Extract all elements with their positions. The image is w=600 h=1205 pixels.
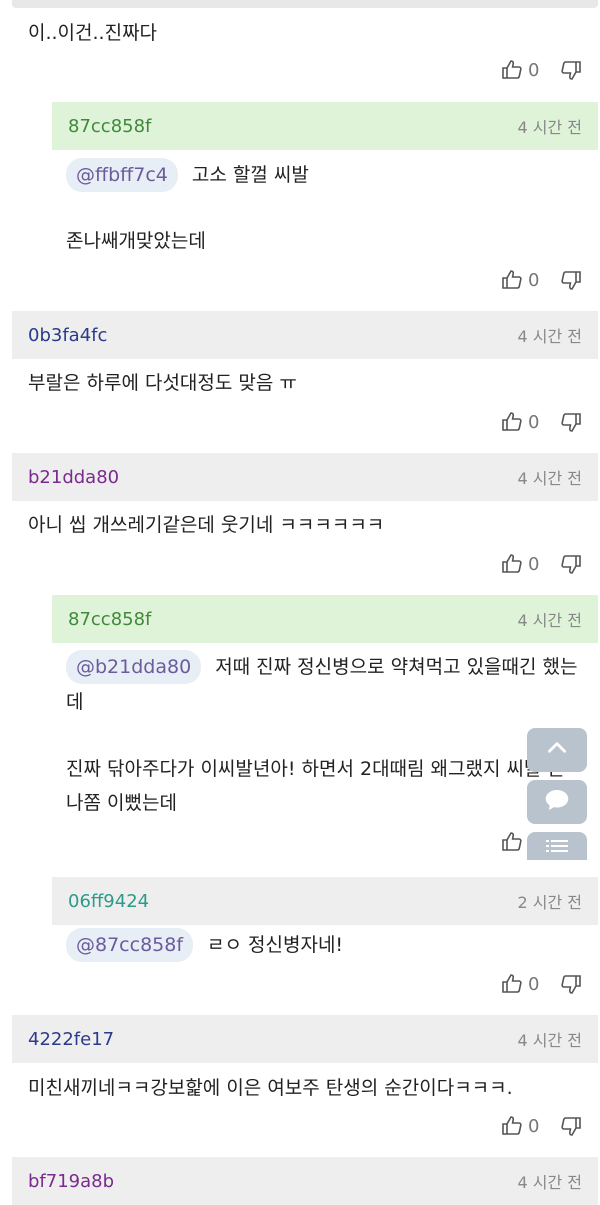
thumbs-down-icon[interactable] [559, 972, 583, 996]
thumbs-up-icon[interactable] [500, 58, 524, 82]
reply-text-line: @b21dda80 저때 진짜 정신병으로 약쳐먹고 있을때긴 했는 [66, 650, 578, 684]
thumbs-down-icon[interactable] [559, 58, 583, 82]
thumbs-up-icon[interactable] [500, 972, 524, 996]
reply-text-line: @ffbff7c4 고소 할껄 씨발 [66, 158, 309, 192]
thumbs-up-icon[interactable] [500, 830, 524, 854]
thumbs-up-icon[interactable] [500, 410, 524, 434]
timestamp: 4 시간 전 [517, 327, 582, 346]
username[interactable]: 0b3fa4fc [28, 325, 107, 346]
timestamp: 2 시간 전 [517, 893, 582, 912]
thumbs-down-icon[interactable] [559, 552, 583, 576]
reply-text-line: 진짜 닦아주다가 이씨발년아! 하면서 2대때림 왜그랬지 씨발 존 [66, 758, 565, 780]
thumbs-up-icon[interactable] [500, 268, 524, 292]
reply-text-line: @87cc858f ㄹㅇ 정신병자네! [66, 928, 343, 962]
thumbs-up-icon[interactable] [500, 1114, 524, 1138]
username[interactable]: 87cc858f [68, 116, 151, 137]
timestamp: 4 시간 전 [517, 1031, 582, 1050]
timestamp: 4 시간 전 [517, 118, 582, 137]
chat-bubble-icon [542, 785, 572, 819]
thumbs-up-icon[interactable] [500, 552, 524, 576]
mention-tag[interactable]: @87cc858f [66, 928, 194, 962]
username[interactable]: bf719a8b [28, 1171, 114, 1192]
timestamp: 4 시간 전 [517, 611, 582, 630]
username[interactable]: b21dda80 [28, 467, 119, 488]
previous-comment-header [12, 0, 598, 8]
upvote-count: 0 [528, 553, 540, 575]
comment-header: 0b3fa4fc 4 시간 전 [12, 311, 598, 359]
reply-header: 87cc858f 4 시간 전 [52, 595, 598, 643]
username[interactable]: 06ff9424 [68, 891, 149, 912]
reply-text-line: 존나쌔개맞았는데 [66, 230, 206, 252]
reply-text-line: 나쫌 이뻤는데 [66, 792, 177, 814]
upvote-count: 0 [528, 269, 540, 291]
mention-tag[interactable]: @ffbff7c4 [66, 158, 178, 192]
vote-bar: 0 [500, 58, 583, 82]
upvote-count: 0 [528, 973, 540, 995]
username[interactable]: 87cc858f [68, 609, 151, 630]
chevron-up-icon [544, 735, 570, 765]
username[interactable]: 4222fe17 [28, 1029, 114, 1050]
vote-bar: 0 [500, 268, 583, 292]
upvote-count: 0 [528, 59, 540, 81]
timestamp: 4 시간 전 [517, 469, 582, 488]
comment-header: bf719a8b 4 시간 전 [12, 1157, 598, 1205]
comment-text: 아니 씹 개쓰레기같은데 웃기네 ㅋㅋㅋㅋㅋㅋ [28, 514, 385, 536]
thumbs-down-icon[interactable] [559, 410, 583, 434]
vote-bar: 0 [500, 972, 583, 996]
reply-text-line: 데 [66, 691, 84, 713]
list-button[interactable] [527, 832, 587, 860]
list-icon [546, 838, 568, 858]
comment-header: b21dda80 4 시간 전 [12, 453, 598, 501]
timestamp: 4 시간 전 [517, 1173, 582, 1192]
comment-header: 4222fe17 4 시간 전 [12, 1015, 598, 1063]
comment-text: 미친새끼네ㅋㅋ강보핥에 이은 여보주 탄생의 순간이다ㅋㅋㅋ. [28, 1077, 513, 1099]
reply-header: 87cc858f 4 시간 전 [52, 102, 598, 150]
thumbs-down-icon[interactable] [559, 1114, 583, 1138]
vote-bar: 0 [500, 552, 583, 576]
upvote-count: 0 [528, 411, 540, 433]
chat-button[interactable] [527, 780, 587, 824]
thumbs-down-icon[interactable] [559, 268, 583, 292]
reply-header: 06ff9424 2 시간 전 [52, 877, 598, 925]
comment-text: 부랄은 하루에 다섯대정도 맞음 ㅠ [28, 372, 297, 394]
scroll-to-top-button[interactable] [527, 728, 587, 772]
comment-text: 이..이건..진짜다 [28, 22, 158, 44]
upvote-count: 0 [528, 1115, 540, 1137]
vote-bar: 0 [500, 410, 583, 434]
vote-bar: 0 [500, 1114, 583, 1138]
mention-tag[interactable]: @b21dda80 [66, 650, 202, 684]
